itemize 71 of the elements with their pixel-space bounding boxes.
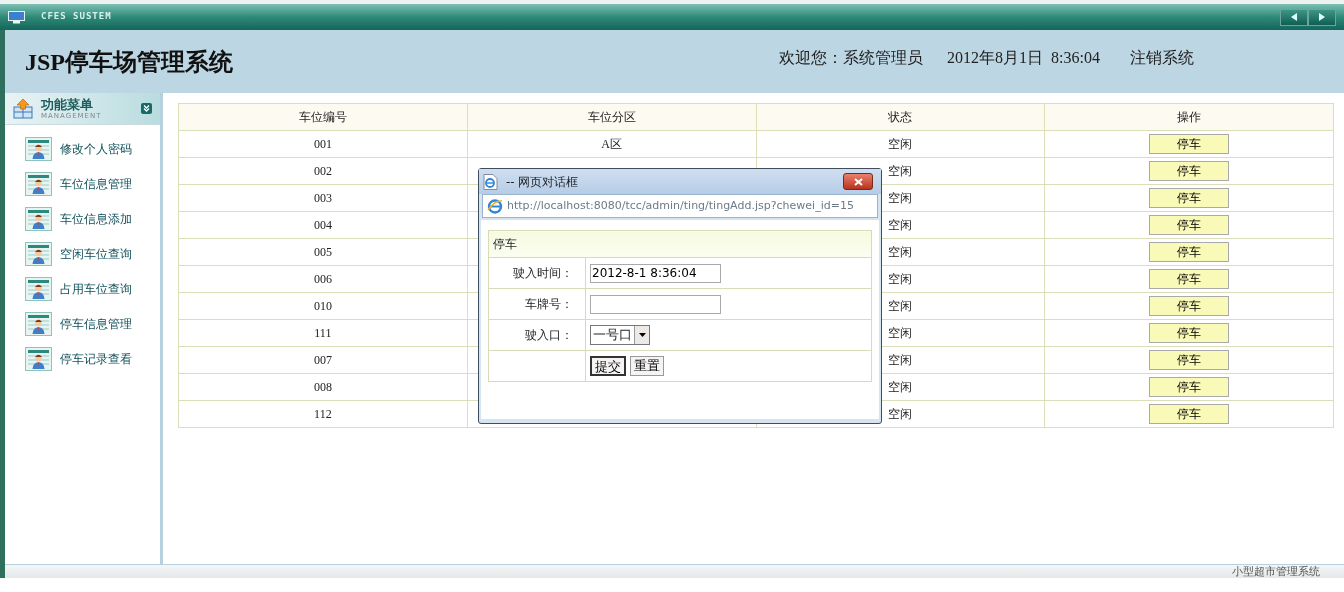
collapse-icon[interactable] xyxy=(141,103,152,114)
close-icon xyxy=(853,177,863,186)
column-header: 状态 xyxy=(756,103,1045,131)
column-header: 操作 xyxy=(1044,103,1334,131)
close-button[interactable] xyxy=(843,173,873,190)
park-button[interactable]: 停车 xyxy=(1149,134,1230,154)
input-field[interactable]: 2012-8-1 8:36:04 xyxy=(590,263,721,283)
logout-link[interactable]: 注销系统 xyxy=(1130,45,1194,70)
table-cell: 010 xyxy=(178,292,468,320)
table-cell: 005 xyxy=(178,238,468,266)
previous-button[interactable] xyxy=(1280,8,1308,26)
next-button[interactable] xyxy=(1308,8,1336,26)
field-label: 驶入口： xyxy=(488,319,586,351)
menu-item[interactable]: 停车记录查看 xyxy=(60,350,132,368)
user-card-icon xyxy=(25,207,52,231)
park-button[interactable]: 停车 xyxy=(1149,188,1230,208)
window-title: CFES SUSTEM xyxy=(41,10,112,24)
column-header: 车位编号 xyxy=(178,103,468,131)
table-cell: 007 xyxy=(178,346,468,374)
dialog-title: -- 网页对话框 xyxy=(506,173,579,191)
monitor-icon xyxy=(8,10,25,24)
park-button[interactable]: 停车 xyxy=(1149,161,1230,181)
reset-button[interactable]: 重置 xyxy=(630,356,664,376)
menu-item[interactable]: 车位信息添加 xyxy=(60,210,132,228)
menu-item[interactable]: 修改个人密码 xyxy=(60,140,132,158)
user-card-icon xyxy=(25,172,52,196)
upload-icon xyxy=(13,98,33,119)
park-button[interactable]: 停车 xyxy=(1149,215,1230,235)
caret-icon xyxy=(638,333,646,337)
park-button[interactable]: 停车 xyxy=(1149,296,1230,316)
column-header: 车位分区 xyxy=(467,103,756,131)
field-label: 车牌号： xyxy=(488,288,586,320)
menu-title: 功能菜单 xyxy=(41,97,94,112)
park-button[interactable]: 停车 xyxy=(1149,269,1230,289)
table-cell: 006 xyxy=(178,265,468,293)
table-cell: 空闲 xyxy=(756,130,1045,158)
menu-item[interactable]: 空闲车位查询 xyxy=(60,245,132,263)
table-cell: 111 xyxy=(178,319,468,347)
park-button[interactable]: 停车 xyxy=(1149,377,1230,397)
user-card-icon xyxy=(25,137,52,161)
table-cell: 008 xyxy=(178,373,468,401)
status-text: 小型超市管理系统 xyxy=(1232,565,1320,578)
page-icon xyxy=(483,173,498,190)
left-arrow-icon xyxy=(1291,13,1297,21)
browser-icon xyxy=(487,198,503,214)
menu-item[interactable]: 车位信息管理 xyxy=(60,175,132,193)
menu-item[interactable]: 停车信息管理 xyxy=(60,315,132,333)
menu-item[interactable]: 占用车位查询 xyxy=(60,280,132,298)
user-card-icon xyxy=(25,312,52,336)
app-title: JSP停车场管理系统 xyxy=(24,47,233,77)
table-cell: 112 xyxy=(178,400,468,428)
form-title: 停车 xyxy=(488,230,872,258)
table-cell: 002 xyxy=(178,157,468,185)
date-time: 2012年8月1日 8:36:04 xyxy=(947,47,1100,68)
welcome-text: 欢迎您：系统管理员 xyxy=(779,47,924,68)
submit-button[interactable]: 提交 xyxy=(590,356,626,376)
user-card-icon xyxy=(25,277,52,301)
dropdown[interactable]: 一号口 xyxy=(590,325,650,345)
table-cell: 004 xyxy=(178,211,468,239)
park-button[interactable]: 停车 xyxy=(1149,404,1230,424)
user-card-icon xyxy=(25,347,52,371)
table-cell: 001 xyxy=(178,130,468,158)
park-button[interactable]: 停车 xyxy=(1149,242,1230,262)
user-card-icon xyxy=(25,242,52,266)
table-cell: A区 xyxy=(467,130,756,158)
input-field[interactable] xyxy=(590,294,721,314)
park-button[interactable]: 停车 xyxy=(1149,350,1230,370)
table-cell: 003 xyxy=(178,184,468,212)
right-arrow-icon xyxy=(1319,13,1325,21)
park-button[interactable]: 停车 xyxy=(1149,323,1230,343)
field-label: 驶入时间： xyxy=(488,257,586,289)
